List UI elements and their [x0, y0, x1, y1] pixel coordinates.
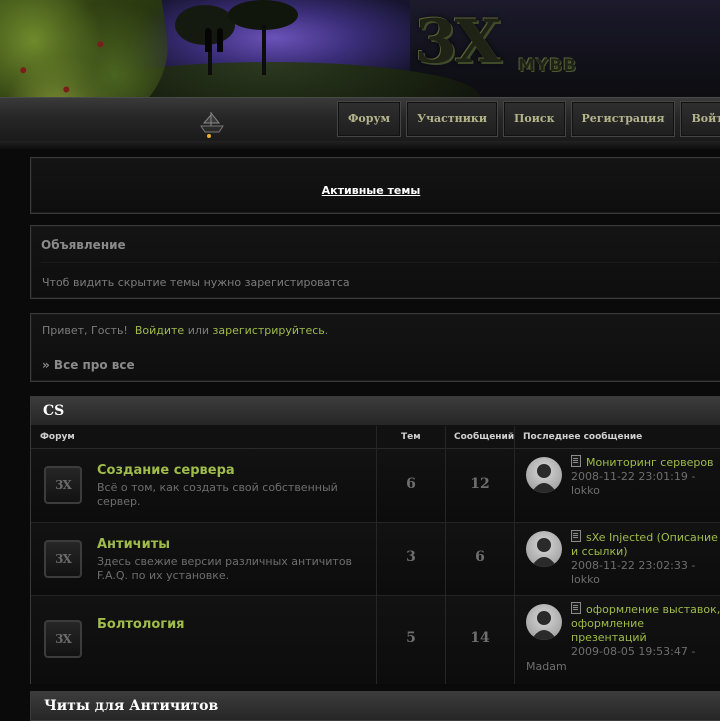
announcement-box: Объявление Чтоб видить скрытие темы нужн…	[30, 225, 720, 299]
post-count: 14	[470, 630, 490, 646]
nav-members[interactable]: Участники	[406, 101, 498, 137]
last-post: оформление выставок, оформление презента…	[571, 602, 720, 659]
column-divider	[514, 426, 515, 684]
forum-title[interactable]: Болтология	[97, 617, 185, 632]
forum-3x-icon: 3X	[44, 620, 82, 658]
last-post-title[interactable]: Мониторинг серверов	[586, 456, 714, 469]
post-count: 12	[470, 476, 490, 492]
col-topics: Тем	[401, 432, 421, 442]
forum-3x-icon: 3X	[44, 466, 82, 504]
column-divider	[445, 426, 446, 684]
category-title[interactable]: Читы для Античитов	[44, 698, 218, 714]
category-title[interactable]: CS	[43, 403, 64, 419]
welcome-text: Привет, Гость! Войдите или зарегистрируй…	[42, 324, 328, 337]
topic-count: 3	[406, 549, 416, 565]
person-icon	[531, 611, 557, 640]
welcome-box: Привет, Гость! Войдите или зарегистрируй…	[30, 313, 720, 382]
camo-spot	[19, 66, 27, 74]
register-link[interactable]: зарегистрируйтесь	[213, 324, 325, 337]
forum-3x-icon: 3X	[44, 540, 82, 578]
topic-count: 5	[406, 630, 416, 646]
post-icon	[571, 455, 581, 467]
announcement-text: Чтоб видить скрытие темы нужно зарегисти…	[42, 276, 350, 289]
last-post-date: 2008-11-22 23:02:33 - lokko	[571, 559, 696, 586]
site-logo-sub: MYBB	[518, 56, 578, 76]
greeting: Привет, Гость!	[42, 324, 128, 337]
avatar[interactable]	[526, 604, 562, 640]
soldier-silhouette	[205, 28, 211, 52]
col-posts: Сообщений	[454, 432, 515, 442]
post-count: 6	[475, 549, 485, 565]
soldier-silhouette	[217, 28, 223, 52]
camo-spot	[96, 40, 104, 48]
login-link[interactable]: Войдите	[135, 324, 184, 337]
forum-description: Здесь свежие версии различных античитов …	[97, 555, 353, 582]
ship-icon	[200, 112, 224, 138]
avatar[interactable]	[526, 457, 562, 493]
post-icon	[571, 530, 581, 542]
col-last-post: Последнее сообщение	[523, 432, 643, 442]
topic-count: 6	[406, 476, 416, 492]
announcement-title: Объявление	[41, 238, 126, 252]
tree-trunk-art	[262, 25, 266, 75]
post-icon	[571, 602, 581, 614]
last-post-date: 2008-11-22 23:01:19 - lokko	[571, 470, 696, 497]
camo-spot	[62, 86, 70, 93]
last-post-date: 2009-08-05 19:53:47 -	[571, 645, 696, 658]
or-text: или	[187, 324, 210, 337]
col-forum: Форум	[40, 432, 75, 442]
last-post-title[interactable]: sXe Injected (Описание и ссылки)	[571, 531, 718, 558]
person-icon	[531, 464, 557, 493]
category-header: CS	[31, 397, 720, 426]
last-post: Мониторинг серверов 2008-11-22 23:01:19 …	[571, 455, 720, 498]
divider	[41, 262, 719, 263]
avatar[interactable]	[526, 531, 562, 567]
active-topics-box: Активные темы	[30, 157, 720, 214]
last-post-title[interactable]: оформление выставок, оформление презента…	[571, 603, 720, 644]
header-shadow	[0, 141, 720, 150]
forum-description: Всё о том, как создать свой собственный …	[97, 481, 338, 508]
forum-title[interactable]: Создание сервера	[97, 463, 235, 478]
main-nav: Форум Участники Поиск Регистрация Войти	[337, 101, 720, 137]
nav-register[interactable]: Регистрация	[570, 101, 676, 137]
period-text: .	[324, 324, 329, 337]
nav-login[interactable]: Войти	[680, 101, 720, 137]
person-icon	[531, 538, 557, 567]
forum-category-cs: CS Форум Тем Сообщений Последнее сообщен…	[30, 396, 720, 684]
last-post: sXe Injected (Описание и ссылки) 2008-11…	[571, 530, 720, 587]
forum-category-2-header: Читы для Античитов	[30, 691, 720, 721]
last-post-author[interactable]: Madam	[526, 660, 567, 673]
active-topics-link[interactable]: Активные темы	[31, 184, 711, 197]
forum-title[interactable]: Античиты	[97, 537, 170, 552]
column-divider	[376, 426, 377, 684]
nav-search[interactable]: Поиск	[503, 101, 566, 137]
site-logo[interactable]: 3X	[415, 12, 501, 72]
breadcrumb[interactable]: » Все про все	[42, 358, 135, 372]
nav-forum[interactable]: Форум	[337, 101, 402, 137]
